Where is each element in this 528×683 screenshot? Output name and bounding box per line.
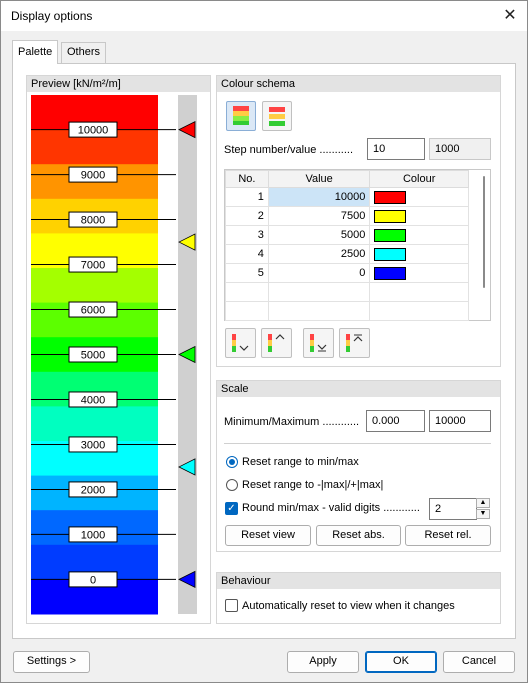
col-header-colour[interactable]: Colour [369,170,469,188]
cell-no: 3 [225,225,269,245]
legend-label: 0 [90,574,96,586]
cell-colour[interactable] [369,263,469,283]
ok-button[interactable]: OK [365,651,437,673]
cell-value[interactable]: 0 [267,263,371,283]
cell-value[interactable]: 5000 [267,225,371,245]
colour-band [31,268,158,304]
minmax-label: Minimum/Maximum ............ [224,416,360,428]
table-row[interactable]: 2 7500 [225,206,469,226]
auto-reset-label: Automatically reset to view when it chan… [242,600,455,612]
valid-digits-input[interactable] [429,498,477,520]
dialog-title: Display options [11,9,93,23]
cell-value[interactable] [267,282,371,302]
spin-down-icon[interactable]: ▼ [476,509,490,519]
scale-separator [224,443,491,444]
cell-no: 1 [225,187,269,207]
legend-label: 5000 [81,350,105,362]
table-row[interactable]: 3 5000 [225,225,469,245]
display-options-dialog: Display options ✕ Palette Others Preview… [0,0,528,683]
colour-swatch[interactable] [374,209,407,223]
legend-label: 7000 [81,260,105,272]
title-bar: Display options ✕ [1,1,527,31]
legend-label: 1000 [81,529,105,541]
table-row-empty[interactable] [225,301,469,321]
tab-palette[interactable]: Palette [12,40,59,64]
reset-view-button[interactable]: Reset view [225,525,311,546]
move-top-icon[interactable] [339,328,370,358]
table-row[interactable]: 4 2500 [225,244,469,264]
scale-header: Scale [217,381,500,397]
table-scrollbar[interactable] [483,176,485,288]
colour-swatch[interactable] [374,228,407,242]
behaviour-header: Behaviour [217,573,500,589]
colour-table: No. Value Colour 1 10000 2 7500 3 5000 4 2500 5 0 [225,170,469,321]
cell-colour[interactable] [369,282,469,302]
cell-no: 2 [225,206,269,226]
move-up-icon[interactable] [261,328,292,358]
colour-swatch[interactable] [374,247,407,261]
col-header-no[interactable]: No. [225,170,269,188]
table-row[interactable]: 1 10000 [225,187,469,207]
maximum-input[interactable] [429,410,491,432]
tab-others[interactable]: Others [61,42,107,63]
preview-group: Preview [kN/m²/m] 10000 9000 8000 7000 6000 5… [26,75,211,624]
reset-minmax-radio[interactable] [226,456,238,468]
spin-up-icon[interactable]: ▲ [476,498,490,508]
cell-no [225,301,269,321]
colour-table-container: No. Value Colour 1 10000 2 7500 3 5000 4 2500 5 0 [224,169,491,321]
cell-value[interactable]: 10000 [267,187,371,207]
stepped-palette-icon[interactable] [262,101,292,131]
round-minmax-checkbox[interactable]: ✓ [225,502,238,515]
preview-header: Preview [kN/m²/m] [27,76,210,92]
legend-label: 10000 [78,125,109,137]
cell-no: 4 [225,244,269,264]
minimum-input[interactable] [366,410,425,432]
gradient-palette-icon[interactable] [226,101,256,131]
legend-label: 4000 [81,394,105,406]
cell-colour[interactable] [369,244,469,264]
colour-swatch[interactable] [374,190,407,204]
cell-value[interactable] [267,301,371,321]
legend-label: 3000 [81,439,105,451]
colour-schema-group: Colour schema Step number/value ........… [216,75,501,367]
legend-label: 6000 [81,305,105,317]
reset-rel-button[interactable]: Reset rel. [405,525,491,546]
reset-abs-button[interactable]: Reset abs. [316,525,401,546]
apply-button[interactable]: Apply [287,651,359,673]
cell-colour[interactable] [369,225,469,245]
scale-group: Scale Minimum/Maximum ............ Reset… [216,380,501,552]
legend-label: 9000 [81,170,105,182]
auto-reset-checkbox[interactable] [225,599,238,612]
col-header-value[interactable]: Value [267,170,371,188]
move-bottom-icon[interactable] [303,328,334,358]
palette-panel: Preview [kN/m²/m] 10000 9000 8000 7000 6000 5… [12,63,516,639]
reset-absmax-label: Reset range to -|max|/+|max| [242,479,384,491]
cell-no: 5 [225,263,269,283]
settings-button[interactable]: Settings > [13,651,90,673]
cell-colour[interactable] [369,206,469,226]
step-number-input[interactable] [367,138,425,160]
close-icon[interactable]: ✕ [499,5,521,27]
legend-label: 2000 [81,484,105,496]
preview-legend: 1000090008000700060005000400030002000100… [31,95,197,615]
cell-colour[interactable] [369,187,469,207]
legend-label: 8000 [81,215,105,227]
cell-no [225,282,269,302]
move-down-icon[interactable] [225,328,256,358]
reset-absmax-radio[interactable] [226,479,238,491]
reset-minmax-label: Reset range to min/max [242,456,359,468]
table-row[interactable]: 50 [225,263,469,283]
behaviour-group: Behaviour Automatically reset to view wh… [216,572,501,624]
table-row-empty[interactable] [225,282,469,302]
colour-swatch[interactable] [374,266,407,280]
round-minmax-label: Round min/max - valid digits ...........… [242,502,420,514]
colour-schema-header: Colour schema [217,76,500,92]
step-value-input [429,138,491,160]
cell-value[interactable]: 2500 [267,244,371,264]
colour-band [31,406,158,442]
cell-colour[interactable] [369,301,469,321]
cancel-button[interactable]: Cancel [443,651,515,673]
step-number-label: Step number/value ........... [224,144,354,156]
cell-value[interactable]: 7500 [267,206,371,226]
